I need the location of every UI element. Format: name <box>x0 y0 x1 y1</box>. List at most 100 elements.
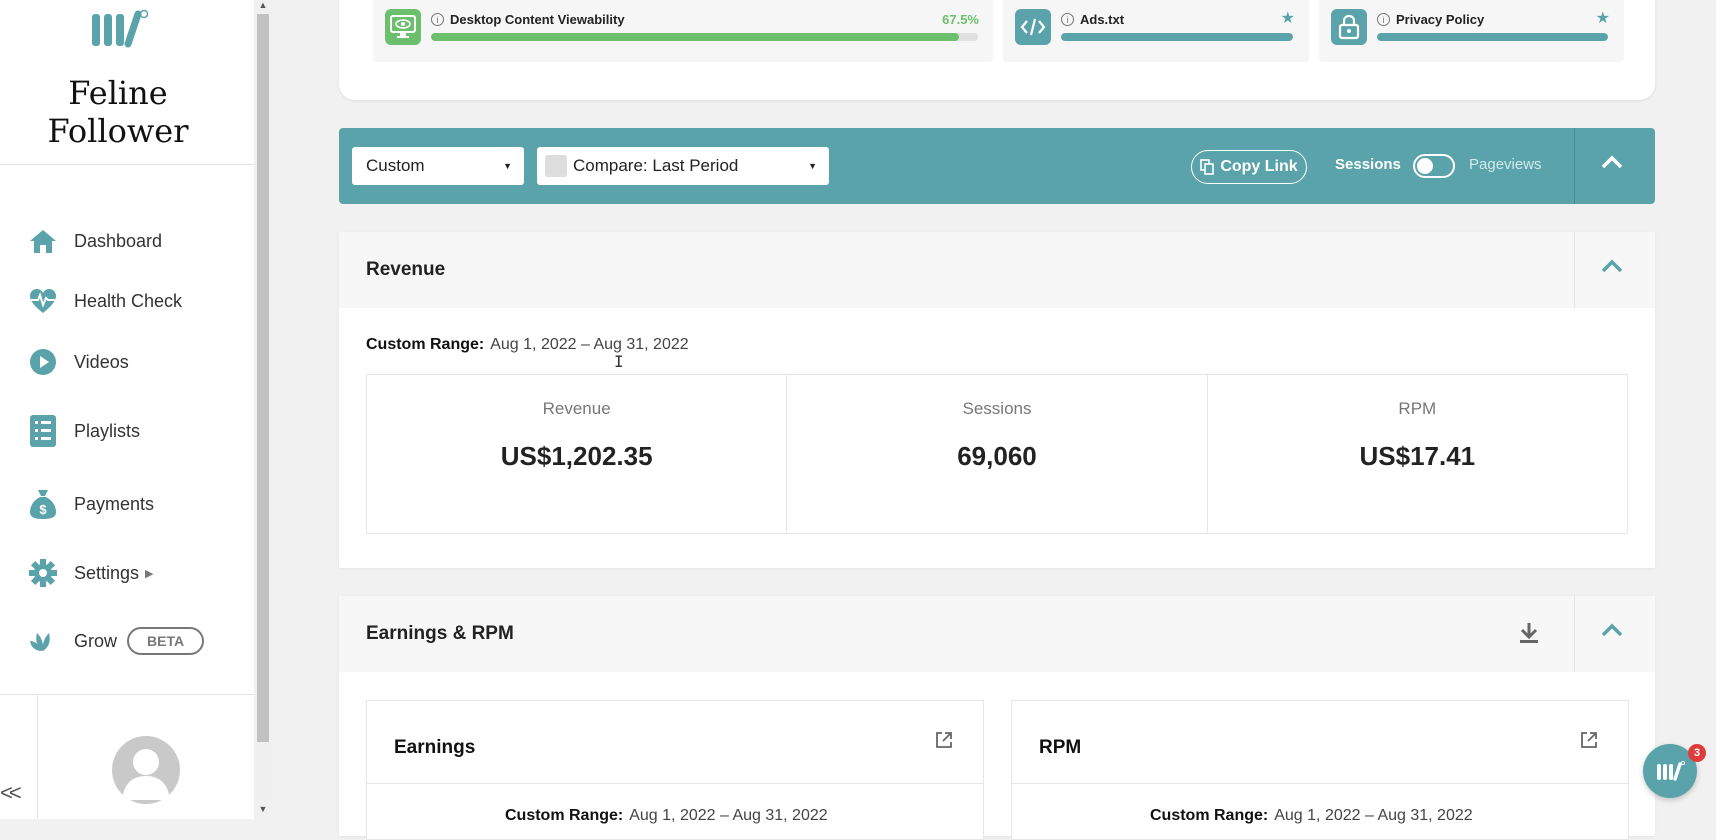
collapse-revenue-chevron-up-icon[interactable] <box>1601 256 1623 279</box>
sidebar-bottom-divider <box>0 694 254 695</box>
scroll-up-arrow-icon[interactable]: ▲ <box>254 0 272 10</box>
toolbar-divider <box>1574 128 1575 204</box>
toggle-label-pageviews[interactable]: Pageviews <box>1469 156 1542 173</box>
rpm-card-title: RPM <box>1039 737 1082 758</box>
earnings-date-range: Custom Range: Aug 1, 2022 – Aug 31, 2022 <box>505 807 828 825</box>
external-link-icon[interactable] <box>1580 731 1598 749</box>
compare-color-swatch <box>545 155 567 177</box>
panel-header-divider <box>1574 232 1575 308</box>
caret-down-icon: ▼ <box>503 161 512 171</box>
sessions-pageviews-toggle[interactable] <box>1413 154 1455 178</box>
range-value: Aug 1, 2022 – Aug 31, 2022 <box>1274 807 1473 824</box>
health-metrics-card: i Desktop Content Viewability 67.5% i Ad… <box>339 0 1655 100</box>
avatar[interactable] <box>112 736 180 804</box>
external-link-icon[interactable] <box>935 731 953 749</box>
stat-label: RPM <box>1398 399 1437 418</box>
card-divider <box>1012 783 1628 784</box>
date-range-select[interactable]: Custom ▼ <box>352 147 524 185</box>
caret-right-icon: ▶ <box>145 567 154 580</box>
metric-label: i Ads.txt <box>1061 12 1124 27</box>
star-icon: ★ <box>1280 10 1295 27</box>
sidebar-item-health-check[interactable]: Health Check <box>28 283 182 319</box>
sidebar-vertical-divider <box>37 694 38 819</box>
sidebar-divider <box>0 164 254 165</box>
brand-line-2: Follower <box>47 112 189 150</box>
sidebar-item-dashboard[interactable]: Dashboard <box>28 223 162 259</box>
metric-label: i Privacy Policy <box>1377 12 1484 27</box>
revenue-stats: Revenue US$1,202.35 Sessions 69,060 RPM … <box>366 374 1628 534</box>
copy-link-label: Copy Link <box>1220 158 1298 175</box>
stat-label: Revenue <box>542 399 611 418</box>
card-divider <box>367 783 983 784</box>
stat-rpm: RPM US$17.41 <box>1208 375 1627 533</box>
metric-privacy-policy[interactable]: i Privacy Policy ★ <box>1319 0 1624 62</box>
toggle-knob <box>1417 158 1433 174</box>
code-icon <box>1015 9 1051 45</box>
info-icon[interactable]: i <box>1377 13 1390 26</box>
rpm-card: RPM Custom Range: Aug 1, 2022 – Aug 31, 2… <box>1011 700 1629 840</box>
scroll-down-arrow-icon[interactable]: ▼ <box>254 804 272 814</box>
compare-value: Compare: Last Period <box>573 156 739 175</box>
progress-fill <box>431 33 959 41</box>
range-value: Aug 1, 2022 – Aug 31, 2022 <box>490 336 689 353</box>
star-icon: ★ <box>1595 10 1610 27</box>
sidebar-item-label: Playlists <box>74 420 141 441</box>
heartbeat-icon <box>28 286 58 316</box>
stat-value: 69,060 <box>957 441 1037 471</box>
sidebar-panel: Feline Follower Dashboard Health Check V… <box>0 0 254 819</box>
scroll-thumb[interactable] <box>257 14 269 742</box>
play-icon <box>28 347 58 377</box>
metric-ads-txt[interactable]: i Ads.txt ★ <box>1003 0 1309 62</box>
sidebar-item-label: Grow <box>74 630 118 651</box>
progress-bar <box>431 33 978 41</box>
collapse-earnings-chevron-up-icon[interactable] <box>1601 620 1623 643</box>
sidebar-item-label: Videos <box>74 351 129 372</box>
metric-label-text: Desktop Content Viewability <box>450 12 625 27</box>
list-icon <box>28 415 58 447</box>
toggle-label-sessions[interactable]: Sessions <box>1335 156 1401 173</box>
metric-desktop-viewability[interactable]: i Desktop Content Viewability 67.5% <box>373 0 993 62</box>
stat-label: Sessions <box>962 399 1032 418</box>
metric-label-text: Privacy Policy <box>1396 12 1485 27</box>
sidebar-item-settings[interactable]: Settings ▶ <box>28 555 154 591</box>
chat-notification-badge: 3 <box>1688 744 1706 762</box>
stat-sessions: Sessions 69,060 <box>787 375 1208 533</box>
filter-toolbar: Custom ▼ Compare: Last Period ▼ Copy Lin… <box>339 128 1655 204</box>
copy-link-button[interactable]: Copy Link <box>1191 150 1307 184</box>
progress-bar <box>1061 33 1293 41</box>
sidebar-item-payments[interactable]: $ Payments <box>28 486 154 522</box>
collapse-toolbar-chevron-up-icon[interactable] <box>1601 152 1623 175</box>
collapse-sidebar-button[interactable]: << <box>0 780 22 806</box>
date-range-value: Custom <box>366 156 425 175</box>
brand-name: Feline Follower <box>0 74 236 150</box>
earnings-rpm-panel-header: Earnings & RPM <box>339 596 1655 672</box>
sidebar-item-playlists[interactable]: Playlists <box>28 413 140 449</box>
range-label: Custom Range: <box>505 807 624 824</box>
info-icon[interactable]: i <box>1061 13 1074 26</box>
sidebar-item-grow[interactable]: Grow BETA <box>28 623 205 659</box>
monitor-eye-icon <box>385 9 421 45</box>
progress-bar <box>1377 33 1608 41</box>
compare-select[interactable]: Compare: Last Period ▼ <box>537 147 829 185</box>
download-icon[interactable] <box>1519 622 1539 649</box>
sidebar-item-label: Settings <box>74 562 140 583</box>
user-silhouette-icon <box>122 749 170 800</box>
stat-value: US$17.41 <box>1359 441 1476 471</box>
logo-icon[interactable] <box>92 8 148 48</box>
leaf-icon <box>28 626 58 656</box>
text-cursor-icon: I <box>614 352 624 371</box>
earnings-card: Earnings Custom Range: Aug 1, 2022 – Aug … <box>366 700 984 840</box>
earnings-rpm-title: Earnings & RPM <box>366 623 514 644</box>
rpm-date-range: Custom Range: Aug 1, 2022 – Aug 31, 2022 <box>1150 807 1473 825</box>
sidebar-scrollbar[interactable]: ▲ ▼ <box>254 0 272 819</box>
revenue-date-range: Custom Range: Aug 1, 2022 – Aug 31, 2022 <box>366 336 689 354</box>
sidebar-item-label: Payments <box>74 493 155 514</box>
info-icon[interactable]: i <box>431 13 444 26</box>
sidebar-item-videos[interactable]: Videos <box>28 344 129 380</box>
panel-header-divider <box>1574 596 1575 672</box>
progress-fill <box>1377 33 1608 41</box>
metric-value: 67.5% <box>942 12 979 27</box>
range-label: Custom Range: <box>366 336 485 353</box>
stat-revenue: Revenue US$1,202.35 <box>367 375 788 533</box>
gear-icon <box>28 558 58 588</box>
